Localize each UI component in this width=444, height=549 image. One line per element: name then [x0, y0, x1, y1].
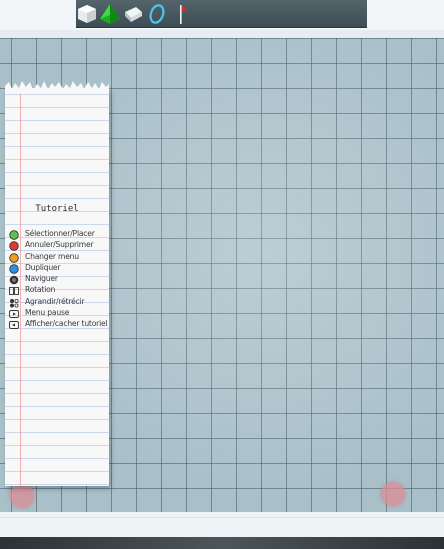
orange-button-icon: [9, 252, 19, 263]
stick-button-icon: [9, 275, 19, 285]
gray-block-icon[interactable]: [122, 3, 144, 25]
start-button-icon: [9, 309, 19, 319]
white-cube-icon[interactable]: [76, 3, 98, 25]
tutorial-title: Tutoriel: [35, 204, 79, 214]
tutorial-item-label: Dupliquer: [25, 262, 61, 272]
list-item: Naviguer: [7, 274, 111, 286]
tutorial-list: Sélectionner/Placer Annuler/Supprimer Ch…: [7, 229, 111, 332]
list-item: Afficher/cacher tutoriel: [7, 319, 111, 331]
bottom-bar: [0, 512, 444, 537]
shoulder-buttons-icon: [9, 286, 19, 296]
tutorial-item-label: Sélectionner/Placer: [25, 229, 95, 238]
tutorial-note: Tutoriel Sélectionner/Placer Annuler/Sup…: [5, 81, 111, 486]
green-pyramid-icon[interactable]: [99, 3, 121, 25]
object-toolbar: [76, 0, 367, 28]
tutorial-item-label: Annuler/Supprimer: [25, 240, 94, 250]
top-bar-shade: [0, 30, 444, 38]
select-button-icon: [9, 320, 19, 330]
red-flag-icon[interactable]: [172, 3, 194, 25]
tutorial-item-label: Agrandir/rétrécir: [25, 296, 85, 306]
tutorial-item-label: Afficher/cacher tutoriel: [25, 319, 108, 329]
tutorial-item-label: Menu pause: [25, 308, 70, 318]
bottom-edge: [0, 537, 444, 549]
placement-marker-right: [381, 482, 405, 506]
placement-marker-left: [10, 484, 34, 508]
green-button-icon: [9, 230, 19, 240]
tutorial-item-label: Rotation: [25, 285, 56, 295]
blue-button-icon: [9, 264, 19, 274]
tutorial-item-label: Changer menu: [25, 251, 79, 261]
dpad-icon: [9, 298, 19, 308]
portal-ring-icon[interactable]: [146, 3, 168, 25]
bottom-bar-divider: [0, 517, 444, 518]
tutorial-item-label: Naviguer: [25, 274, 58, 284]
red-button-icon: [9, 241, 19, 251]
list-item: Dupliquer: [7, 262, 111, 275]
torn-edge: [5, 81, 109, 94]
